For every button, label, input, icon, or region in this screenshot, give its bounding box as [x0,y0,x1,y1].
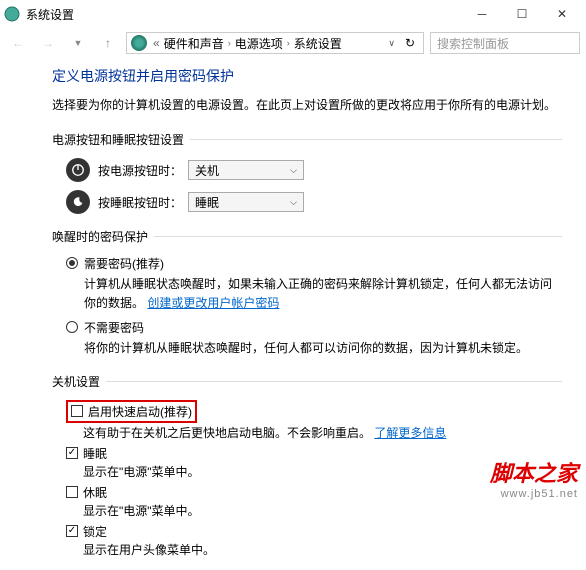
page-title: 定义电源按钮并启用密码保护 [52,66,562,86]
breadcrumb-part[interactable]: 电源选项 [235,35,283,52]
checkbox-sleep[interactable] [66,447,78,459]
section-header-buttons: 电源按钮和睡眠按钮设置 [52,131,184,148]
checkbox-fast-startup[interactable] [71,405,83,417]
checkbox-hibernate[interactable] [66,486,78,498]
maximize-button[interactable]: ☐ [502,2,542,26]
nav-dropdown-icon[interactable]: ▼ [66,31,90,55]
radio-label: 需要密码(推荐) [84,255,562,272]
refresh-icon[interactable]: ↻ [401,36,419,50]
radio-no-password[interactable] [66,321,78,333]
radio-label: 不需要密码 [84,319,562,336]
chevron-down-icon: ⌵ [290,165,297,176]
checkbox-description: 显示在"电源"菜单中。 [52,463,562,480]
sleep-button-dropdown[interactable]: 睡眠 ⌵ [188,192,304,212]
chevron-down-icon: ⌵ [290,197,297,208]
forward-button[interactable]: → [36,31,60,55]
checkbox-label: 睡眠 [83,445,107,462]
breadcrumb-caret-icon[interactable]: ∨ [384,38,399,49]
checkbox-label: 锁定 [83,523,107,540]
radio-require-password[interactable] [66,257,78,269]
power-button-label: 按电源按钮时： [98,162,188,179]
breadcrumb-part[interactable]: 系统设置 [294,35,342,52]
radio-description: 将你的计算机从睡眠状态唤醒时，任何人都可以访问你的数据，因为计算机未锁定。 [84,339,562,358]
sleep-icon [66,190,90,214]
breadcrumb-part[interactable]: 硬件和声音 [164,35,224,52]
chevron-right-icon: › [285,38,292,48]
control-panel-icon [131,35,147,51]
checkbox-label: 启用快速启动(推荐) [88,403,192,420]
checkbox-lock[interactable] [66,525,78,537]
checkbox-description: 这有助于在关机之后更快地启动电脑。不会影响重启。 [83,426,371,440]
up-button[interactable]: ↑ [96,31,120,55]
back-button[interactable]: ← [6,31,30,55]
power-icon [66,158,90,182]
power-button-dropdown[interactable]: 关机 ⌵ [188,160,304,180]
breadcrumb[interactable]: « 硬件和声音 › 电源选项 › 系统设置 ∨ ↻ [126,32,424,54]
minimize-button[interactable]: ─ [462,2,502,26]
search-input[interactable]: 搜索控制面板 [430,32,580,54]
chevron-right-icon: › [226,38,233,48]
highlighted-option: 启用快速启动(推荐) [66,400,197,423]
learn-more-link[interactable]: 了解更多信息 [374,426,446,440]
section-header-password: 唤醒时的密码保护 [52,228,148,245]
window-title: 系统设置 [26,6,462,23]
close-button[interactable]: ✕ [542,2,582,26]
checkbox-label: 休眠 [83,484,107,501]
app-icon [4,6,20,22]
page-description: 选择要为你的计算机设置的电源设置。在此页上对设置所做的更改将应用于你所有的电源计… [52,96,562,113]
checkbox-description: 显示在用户头像菜单中。 [52,541,562,558]
section-header-shutdown: 关机设置 [52,373,100,390]
create-password-link[interactable]: 创建或更改用户帐户密码 [147,296,279,310]
sleep-button-label: 按睡眠按钮时： [98,194,188,211]
checkbox-description: 显示在"电源"菜单中。 [52,502,562,519]
